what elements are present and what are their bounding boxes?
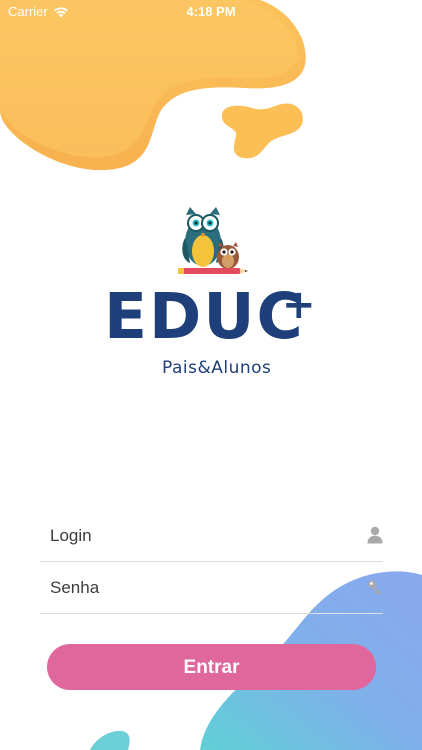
key-icon <box>368 580 382 595</box>
app-logo: EDUC + Pais&Alunos <box>100 205 325 385</box>
user-icon <box>367 526 383 544</box>
login-input[interactable] <box>50 511 340 561</box>
login-field-row <box>40 511 383 562</box>
brand-subtitle: Pais&Alunos <box>162 358 272 378</box>
login-screen: Carrier 4:18 PM EDUC + Pais&Alunos Login… <box>0 0 422 750</box>
status-time: 4:18 PM <box>186 4 236 19</box>
brand-name: EDUC <box>104 280 305 353</box>
password-input[interactable] <box>50 563 340 613</box>
yellow-blob-small <box>221 103 303 159</box>
login-submit-button[interactable]: Entrar <box>47 644 376 690</box>
password-field-row <box>40 563 383 614</box>
owl-mascot-logo <box>178 207 248 274</box>
teal-blob-bottom-left <box>90 730 130 750</box>
brand-plus: + <box>282 282 316 328</box>
status-bar: Carrier 4:18 PM <box>0 0 422 24</box>
